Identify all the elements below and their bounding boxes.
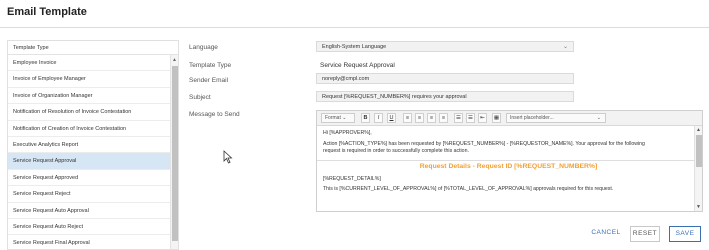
align-left-icon[interactable]: ≡ — [403, 113, 412, 123]
sender-email-label: Sender Email — [189, 77, 229, 84]
subject-value: Request [%REQUEST_NUMBER%] requires your… — [322, 94, 467, 100]
scroll-up-icon[interactable]: ▲ — [696, 127, 701, 133]
scroll-up-icon[interactable]: ▲ — [172, 57, 177, 63]
scroll-down-icon[interactable]: ▼ — [696, 204, 701, 210]
approval-level-line: This is [%CURRENT_LEVEL_OF_APPROVAL%] of… — [323, 186, 614, 192]
message-label: Message to Send — [189, 111, 240, 118]
message-line: Action [%ACTION_TYPE%] has been requeste… — [323, 141, 645, 147]
italic-button[interactable]: I — [374, 113, 383, 123]
scrollbar-thumb[interactable] — [172, 66, 178, 241]
list-item[interactable]: Notification of Creation of Invoice Cont… — [8, 121, 172, 137]
list-header: Template Type — [8, 41, 178, 55]
list-items: Employee Invoice Invoice of Employee Man… — [8, 55, 172, 249]
align-right-icon[interactable]: ≡ — [427, 113, 436, 123]
request-details-title: Request Details - Request ID [%REQUEST_N… — [419, 163, 598, 170]
list-item[interactable]: Service Request Auto Reject — [8, 219, 172, 236]
subject-field[interactable]: Request [%REQUEST_NUMBER%] requires your… — [316, 91, 574, 102]
cancel-button[interactable]: CANCEL — [590, 226, 622, 242]
sender-email-field[interactable]: noreply@cmpl.com — [316, 73, 574, 84]
format-label: Format — [325, 115, 341, 121]
list-item[interactable]: Employee Invoice — [8, 55, 172, 72]
list-scrollbar[interactable]: ▲ — [170, 55, 178, 249]
list-item[interactable]: Invoice of Organization Manager — [8, 88, 172, 105]
sender-email-value: noreply@cmpl.com — [322, 76, 370, 82]
list-item[interactable]: Executive Analytics Report — [8, 137, 172, 154]
language-value: English-System Language — [322, 44, 387, 50]
list-item[interactable]: Notification of Resolution of Invoice Co… — [8, 104, 172, 121]
underline-button[interactable]: U — [387, 113, 396, 123]
editor-toolbar: Format ⌄ B I U ≡ ≡ ≡ ≡ ☰ ☰ ⇤ ▦ Insert pl… — [317, 111, 702, 126]
align-center-icon[interactable]: ≡ — [415, 113, 424, 123]
save-button[interactable]: SAVE — [669, 226, 701, 242]
subject-label: Subject — [189, 94, 211, 101]
content-divider — [317, 160, 694, 161]
page-title: Email Template — [7, 6, 87, 18]
editor-scrollbar[interactable]: ▲ ▼ — [694, 126, 702, 211]
greeting-line: Hi [%APPROVER%], — [323, 130, 372, 136]
editor-content[interactable]: Hi [%APPROVER%], Action [%ACTION_TYPE%] … — [317, 126, 694, 211]
language-select[interactable]: English-System Language ⌄ — [316, 41, 574, 52]
list-item[interactable]: Invoice of Employee Manager — [8, 71, 172, 88]
numbered-list-icon[interactable]: ☰ — [466, 113, 475, 123]
list-item[interactable]: Service Request Auto Approval — [8, 203, 172, 219]
page-header: Email Template — [0, 0, 709, 28]
table-icon[interactable]: ▦ — [492, 113, 501, 123]
align-justify-icon[interactable]: ≡ — [439, 113, 448, 123]
message-line: request is required in order to successf… — [323, 148, 469, 154]
scrollbar-thumb[interactable] — [696, 135, 702, 167]
message-editor[interactable]: Format ⌄ B I U ≡ ≡ ≡ ≡ ☰ ☰ ⇤ ▦ Insert pl… — [316, 110, 703, 212]
list-item-selected[interactable]: Service Request Approval — [8, 153, 172, 170]
template-type-value: Service Request Approval — [320, 62, 395, 69]
insert-placeholder-select[interactable]: Insert placeholder... ⌄ — [506, 113, 606, 123]
reset-button[interactable]: RESET — [630, 226, 660, 242]
outdent-icon[interactable]: ⇤ — [478, 113, 487, 123]
bullet-list-icon[interactable]: ☰ — [454, 113, 463, 123]
template-type-label: Template Type — [189, 62, 232, 69]
list-item[interactable]: Service Request Final Approval — [8, 235, 172, 249]
format-select[interactable]: Format ⌄ — [321, 113, 355, 123]
bold-button[interactable]: B — [361, 113, 370, 123]
request-detail-line: [%REQUEST_DETAIL%] — [323, 176, 381, 182]
template-type-list: Template Type Employee Invoice Invoice o… — [7, 40, 179, 250]
list-item[interactable]: Service Request Approved — [8, 170, 172, 187]
language-label: Language — [189, 44, 218, 51]
list-item[interactable]: Service Request Reject — [8, 186, 172, 203]
insert-placeholder-label: Insert placeholder... — [510, 115, 554, 121]
chevron-down-icon: ⌄ — [562, 44, 568, 50]
chevron-down-icon: ⌄ — [596, 115, 601, 121]
mouse-cursor-icon — [223, 150, 233, 164]
